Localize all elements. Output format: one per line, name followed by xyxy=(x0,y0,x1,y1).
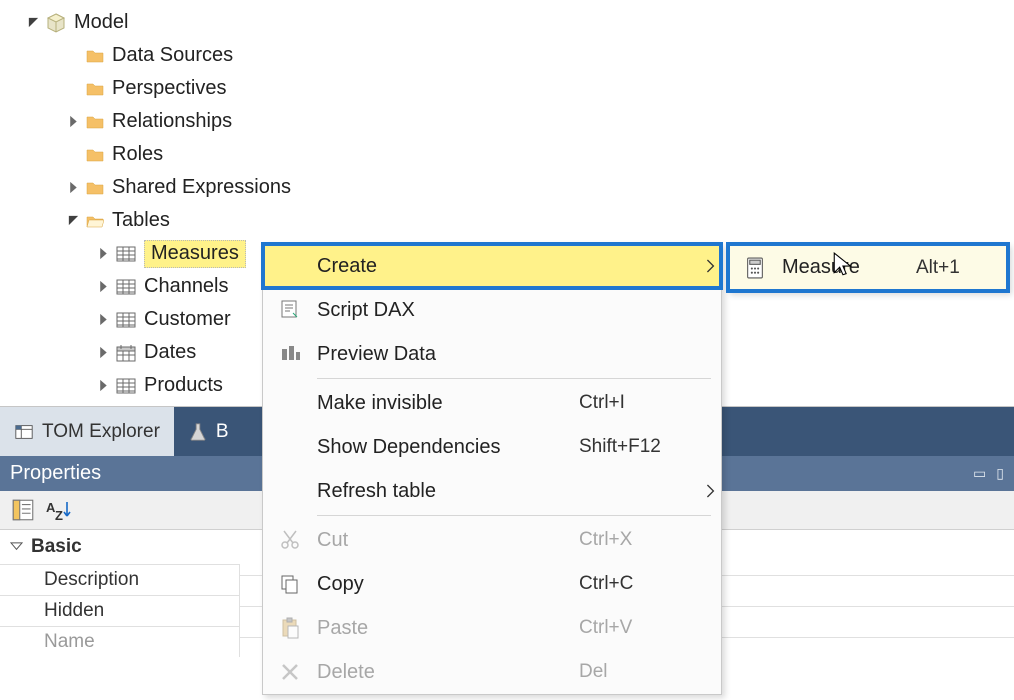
menu-shortcut: Ctrl+C xyxy=(579,573,699,595)
tree-item-perspectives[interactable]: Perspectives xyxy=(8,72,1006,105)
cube-icon xyxy=(46,13,66,33)
table-icon xyxy=(116,377,136,395)
tree-item-shared-expressions[interactable]: Shared Expressions xyxy=(8,171,1006,204)
categorized-icon[interactable] xyxy=(10,497,36,523)
tab-label: TOM Explorer xyxy=(42,421,160,443)
menu-shortcut: Shift+F12 xyxy=(579,436,699,458)
delete-icon xyxy=(279,661,301,683)
pin-icon[interactable]: ▯ xyxy=(996,465,1004,482)
menu-shortcut: Del xyxy=(579,661,699,683)
chevron-right-icon xyxy=(699,482,721,500)
menu-item-delete: Delete Del xyxy=(263,650,721,694)
chevron-down-icon[interactable] xyxy=(10,541,23,554)
tree-item-label: Data Sources xyxy=(112,44,233,67)
flask-icon xyxy=(188,422,208,442)
create-submenu: Measure Alt+1 xyxy=(727,243,1009,292)
script-icon xyxy=(279,299,301,321)
tree-item-data-sources[interactable]: Data Sources xyxy=(8,39,1006,72)
property-label: Description xyxy=(0,564,240,595)
folder-icon xyxy=(86,48,104,64)
copy-icon xyxy=(279,573,301,595)
menu-shortcut: Ctrl+I xyxy=(579,392,699,414)
tree-item-label: Shared Expressions xyxy=(112,176,291,199)
caret-right-icon[interactable] xyxy=(96,379,110,393)
selected-highlight: Measures xyxy=(144,240,246,268)
table-item-label: Customer xyxy=(144,308,231,331)
menu-item-copy[interactable]: Copy Ctrl+C xyxy=(263,562,721,606)
menu-label: Create xyxy=(317,255,579,278)
menu-item-show-dependencies[interactable]: Show Dependencies Shift+F12 xyxy=(263,425,721,469)
menu-item-cut: Cut Ctrl+X xyxy=(263,518,721,562)
tab-tom-explorer[interactable]: TOM Explorer xyxy=(0,407,174,456)
preview-icon xyxy=(279,343,301,365)
tree-item-label: Tables xyxy=(112,209,170,232)
menu-shortcut: Ctrl+V xyxy=(579,617,699,639)
tree-item-relationships[interactable]: Relationships xyxy=(8,105,1006,138)
menu-separator xyxy=(317,378,711,379)
table-item-label: Dates xyxy=(144,341,196,364)
paste-icon xyxy=(279,617,301,639)
menu-label: Show Dependencies xyxy=(317,436,579,459)
menu-item-script-dax[interactable]: Script DAX xyxy=(263,288,721,332)
table-icon xyxy=(116,311,136,329)
menu-label: Paste xyxy=(317,617,579,640)
folder-open-icon xyxy=(86,213,104,229)
tab-label: B xyxy=(216,421,229,443)
tree-item-roles[interactable]: Roles xyxy=(8,138,1006,171)
menu-shortcut: Ctrl+X xyxy=(579,529,699,551)
menu-label: Cut xyxy=(317,529,579,552)
caret-right-icon[interactable] xyxy=(96,346,110,360)
submenu-item-measure[interactable]: Measure Alt+1 xyxy=(728,244,1008,291)
menu-label: Script DAX xyxy=(317,299,579,322)
caret-down-icon[interactable] xyxy=(66,214,80,228)
caret-down-icon[interactable] xyxy=(26,16,40,30)
menu-separator xyxy=(317,515,711,516)
properties-title: Properties xyxy=(10,462,101,485)
tree-item-label: Relationships xyxy=(112,110,232,133)
table-item-label: Products xyxy=(144,374,223,397)
caret-right-icon[interactable] xyxy=(66,115,80,129)
cut-icon xyxy=(279,529,301,551)
table-item-label: Channels xyxy=(144,275,229,298)
property-label: Name xyxy=(0,626,240,657)
chevron-right-icon xyxy=(699,257,721,275)
calculator-icon xyxy=(744,257,766,279)
tree-item-label: Perspectives xyxy=(112,77,227,100)
menu-item-paste: Paste Ctrl+V xyxy=(263,606,721,650)
menu-item-refresh-table[interactable]: Refresh table xyxy=(263,469,721,513)
menu-label: Refresh table xyxy=(317,480,579,503)
tree-item-label: Roles xyxy=(112,143,163,166)
menu-label: Delete xyxy=(317,661,579,684)
folder-icon xyxy=(86,147,104,163)
sort-az-icon[interactable] xyxy=(46,497,72,523)
tab-active[interactable]: B xyxy=(174,407,243,456)
menu-label: Preview Data xyxy=(317,343,579,366)
date-table-icon xyxy=(116,344,136,362)
context-menu: Create Script DAX Preview Data Make invi… xyxy=(262,243,722,695)
tree-root[interactable]: Model xyxy=(8,6,1006,39)
caret-right-icon[interactable] xyxy=(96,313,110,327)
tree-root-label: Model xyxy=(74,11,128,34)
menu-item-make-invisible[interactable]: Make invisible Ctrl+I xyxy=(263,381,721,425)
window-state-icon[interactable]: ▭ xyxy=(973,465,986,482)
table-item-label: Measures xyxy=(151,242,239,265)
folder-icon xyxy=(86,114,104,130)
menu-label: Copy xyxy=(317,573,579,596)
table-icon xyxy=(116,245,136,263)
menu-label: Make invisible xyxy=(317,392,579,415)
caret-right-icon[interactable] xyxy=(96,280,110,294)
table-icon xyxy=(116,278,136,296)
folder-icon xyxy=(86,180,104,196)
group-label: Basic xyxy=(31,536,82,558)
tree-item-tables[interactable]: Tables xyxy=(8,204,1006,237)
property-label: Hidden xyxy=(0,595,240,626)
caret-right-icon[interactable] xyxy=(96,247,110,261)
folder-icon xyxy=(86,81,104,97)
menu-item-create[interactable]: Create xyxy=(263,244,721,288)
menu-shortcut: Alt+1 xyxy=(916,257,1008,279)
tom-explorer-icon xyxy=(14,422,34,442)
menu-item-preview-data[interactable]: Preview Data xyxy=(263,332,721,376)
menu-label: Measure xyxy=(782,256,916,279)
caret-right-icon[interactable] xyxy=(66,181,80,195)
